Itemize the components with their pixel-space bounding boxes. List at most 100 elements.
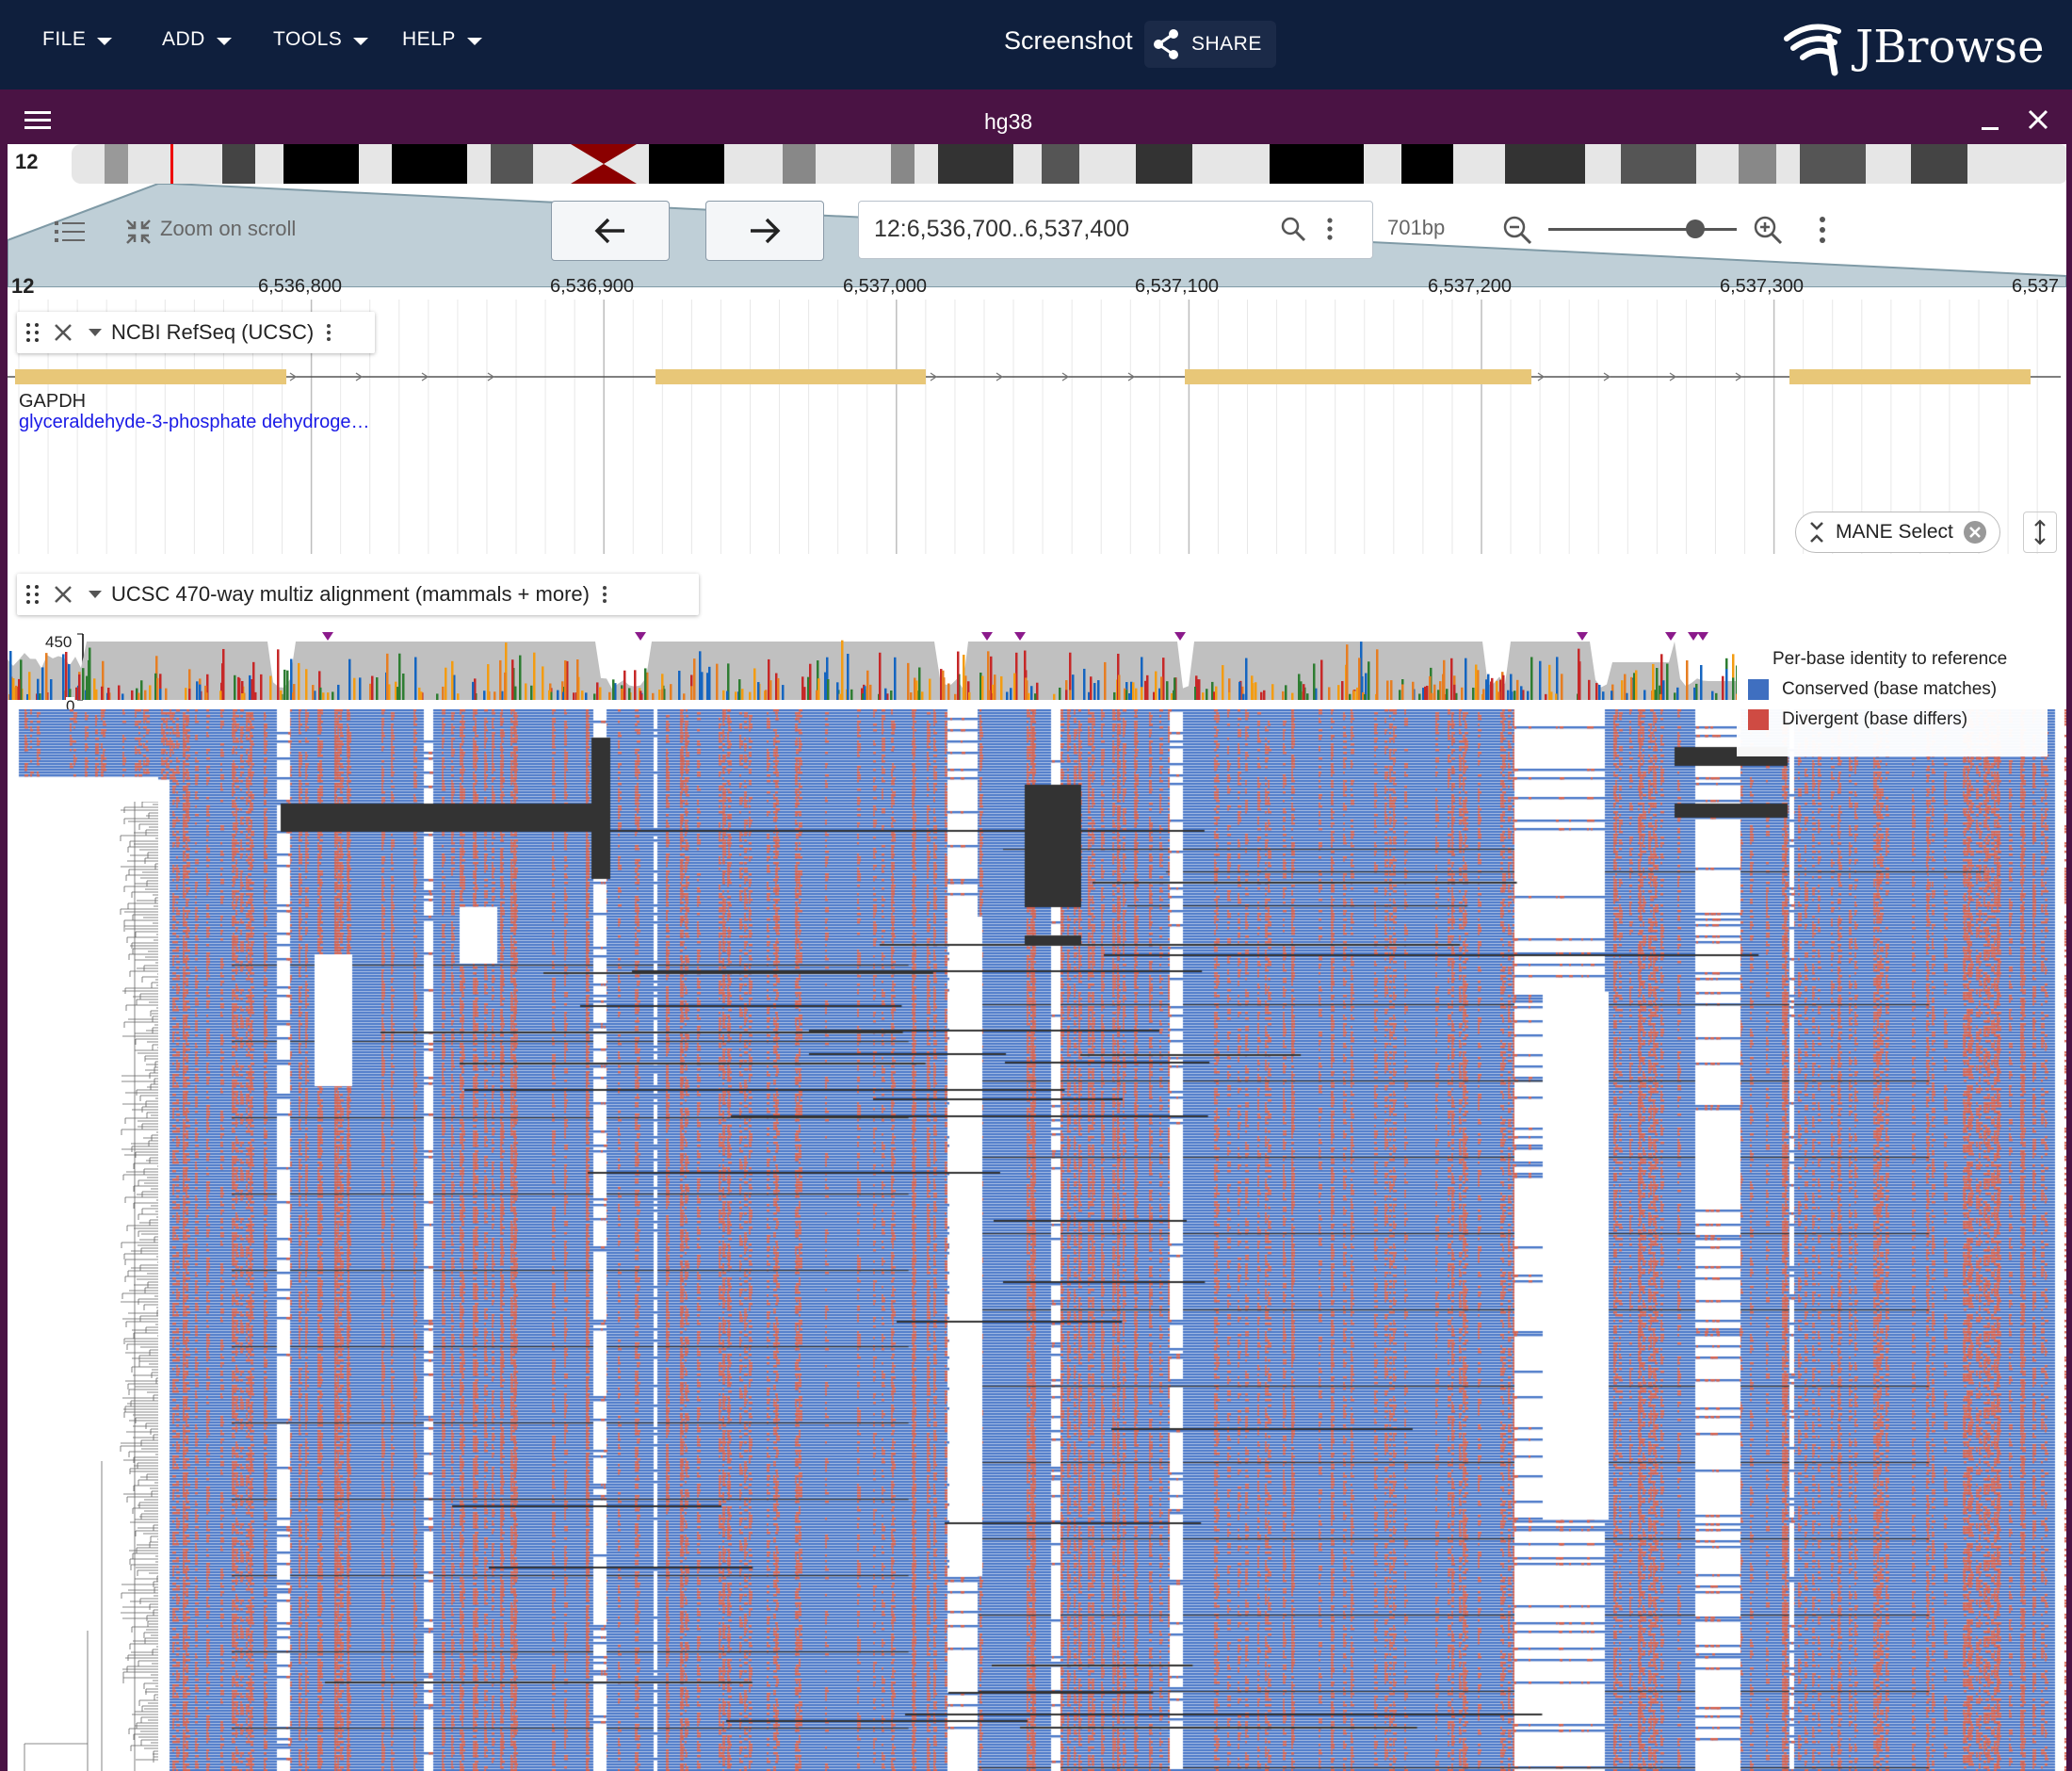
mismatch-bar — [988, 690, 991, 700]
mismatch-bar — [107, 688, 110, 700]
mismatch-bar — [1418, 693, 1421, 700]
share-icon — [1154, 29, 1178, 59]
zoom-slider-track[interactable] — [1548, 219, 1737, 238]
scroll-right-button[interactable] — [705, 201, 824, 261]
multiple-alignment-matrix[interactable] — [8, 709, 2066, 1771]
mismatch-bar — [1431, 692, 1433, 700]
mismatch-bar — [1298, 674, 1301, 700]
location-search-input[interactable]: 12:6,536,700..6,537,400 — [858, 201, 1373, 259]
close-view-icon[interactable] — [2027, 108, 2049, 131]
mismatch-bar — [37, 678, 40, 700]
zoom-on-scroll-icon[interactable] — [124, 218, 153, 246]
ideogram-band — [1911, 144, 1967, 184]
chip-delete-icon[interactable] — [1963, 520, 1987, 544]
mismatch-bar — [1146, 674, 1149, 700]
mismatch-bar — [15, 685, 18, 700]
insertion-marker — [1688, 632, 1699, 641]
mismatch-bar — [1693, 687, 1696, 700]
track-menu-icon[interactable] — [327, 324, 332, 341]
ideogram-band — [938, 144, 1013, 184]
mismatch-bar — [185, 688, 187, 700]
close-track-icon[interactable] — [53, 322, 73, 343]
mismatch-bar — [1602, 691, 1605, 700]
mismatch-bar — [494, 691, 496, 700]
legend-title: Per-base identity to reference — [1773, 649, 2008, 669]
view-menu-icon[interactable] — [24, 108, 51, 131]
mismatch-bar — [50, 679, 53, 700]
legend-conserved-label: Conserved (base matches) — [1782, 679, 1998, 699]
arrow-right-icon — [751, 218, 781, 244]
mismatch-bar — [1104, 661, 1107, 700]
mismatch-bar — [890, 691, 893, 700]
tools-menu[interactable]: TOOLS — [273, 28, 369, 51]
mismatch-bar — [254, 691, 257, 700]
file-menu[interactable]: FILE — [42, 28, 113, 51]
track-selector-icon[interactable] — [55, 219, 85, 244]
session-name[interactable]: Screenshot — [1004, 26, 1133, 56]
track-menu-icon[interactable] — [602, 586, 607, 603]
mismatch-bar — [1013, 673, 1016, 700]
zoom-in-icon[interactable] — [1752, 214, 1784, 246]
mismatch-bar — [777, 677, 780, 700]
mismatch-bar — [204, 685, 207, 700]
species-tree — [24, 802, 158, 1771]
drag-handle-icon[interactable] — [26, 323, 40, 342]
mismatch-bar — [1072, 674, 1075, 700]
share-button[interactable]: SHARE — [1144, 21, 1276, 68]
mismatch-bar — [1437, 690, 1440, 700]
mismatch-bar — [907, 662, 910, 700]
ideogram-band — [891, 144, 915, 184]
mismatch-bar — [1686, 660, 1689, 700]
mismatch-bar — [621, 688, 623, 700]
mismatch-bar — [504, 672, 507, 700]
mismatch-bar — [1502, 674, 1505, 700]
insertion-marker — [1014, 632, 1026, 641]
location-menu-icon[interactable] — [1326, 217, 1334, 241]
mismatch-bar — [738, 679, 741, 700]
mismatch-bar — [1556, 657, 1559, 700]
mismatch-bar — [138, 692, 140, 700]
mismatch-bar — [237, 676, 240, 700]
mismatch-bar — [1242, 693, 1245, 700]
zoom-slider-thumb[interactable] — [1686, 219, 1705, 238]
collapse-track-icon[interactable] — [87, 327, 104, 338]
mismatch-bar — [1401, 684, 1404, 700]
ideogram-band — [783, 144, 816, 184]
refseq-track-name: NCBI RefSeq (UCSC) — [111, 320, 315, 344]
mismatch-bar — [801, 676, 804, 700]
mismatch-bar — [1083, 668, 1086, 700]
mismatch-bar — [596, 682, 599, 700]
view-options-icon[interactable] — [1819, 216, 1826, 244]
mismatch-bar — [1346, 644, 1349, 700]
mane-select-chip[interactable]: MANE Select — [1795, 512, 2000, 553]
ideogram-band — [283, 144, 359, 184]
help-menu[interactable]: HELP — [402, 28, 482, 51]
mismatch-bar — [809, 679, 812, 700]
mismatch-bar — [581, 691, 584, 700]
add-menu[interactable]: ADD — [162, 28, 232, 51]
zoom-out-icon[interactable] — [1501, 214, 1533, 246]
expand-track-button[interactable] — [2023, 512, 2057, 553]
mismatch-bar — [1202, 692, 1205, 700]
mismatch-bar — [1624, 674, 1627, 700]
collapse-track-icon[interactable] — [87, 589, 104, 600]
close-track-icon[interactable] — [53, 584, 73, 605]
mismatch-bar — [1676, 687, 1679, 700]
mismatch-bar — [249, 674, 251, 700]
ruler-tick: 6,536,900 — [550, 276, 634, 297]
mismatch-bar — [639, 691, 642, 700]
mismatch-bar — [78, 674, 81, 700]
mismatch-bar — [1291, 692, 1294, 700]
chromosome-ideogram[interactable] — [72, 144, 2066, 184]
view-content: 12 Zoom on scroll 12:6,536,700..6,537,40… — [8, 144, 2066, 1771]
mismatch-bar — [658, 689, 661, 700]
gene-glyph[interactable] — [8, 361, 2066, 395]
search-icon[interactable] — [1280, 216, 1306, 242]
drag-handle-icon[interactable] — [26, 585, 40, 604]
minimize-icon[interactable] — [1980, 110, 2000, 133]
mismatch-bar — [1588, 679, 1591, 700]
zoom-on-scroll-label[interactable]: Zoom on scroll — [160, 217, 296, 241]
scroll-left-button[interactable] — [551, 201, 670, 261]
mismatch-bar — [519, 655, 522, 700]
mismatch-bar — [12, 677, 15, 700]
